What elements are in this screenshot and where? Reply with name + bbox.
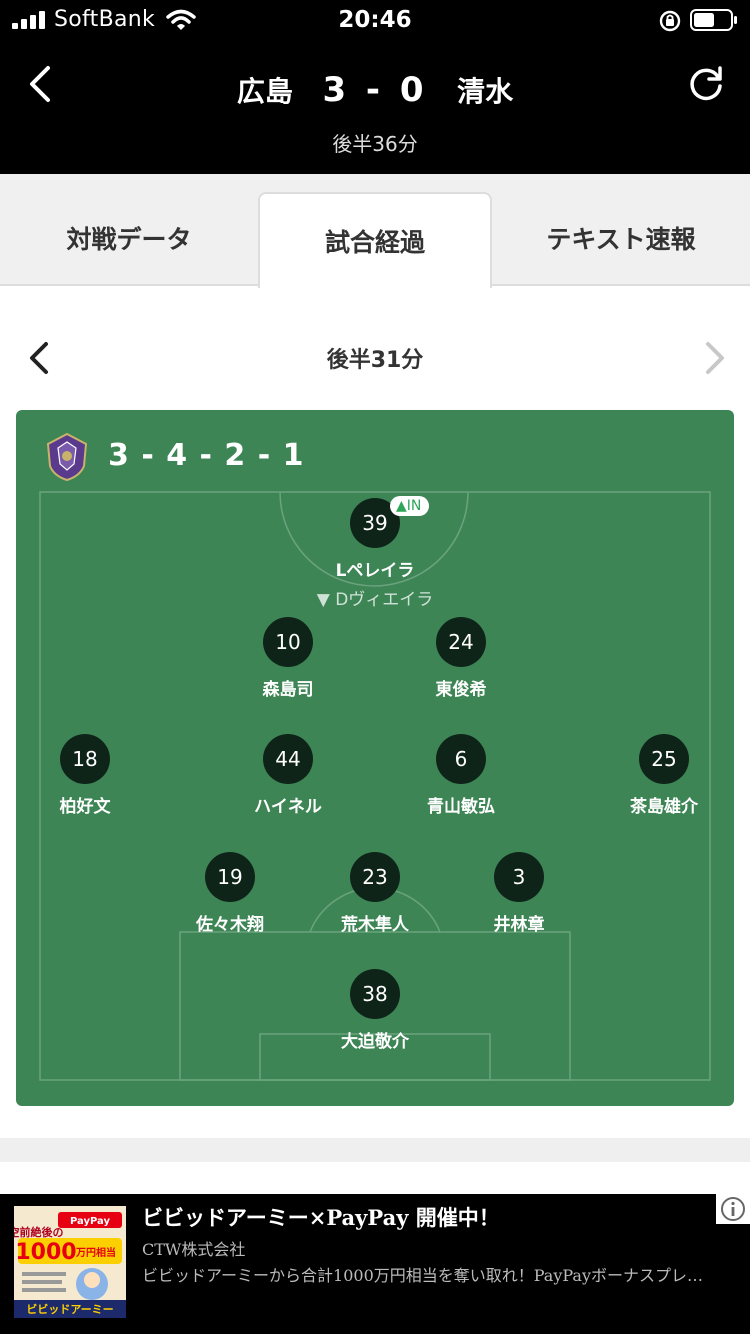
tab-text-live[interactable]: テキスト速報: [492, 174, 750, 286]
player-number: 23: [350, 852, 400, 902]
player-card[interactable]: 39 ▲IN Lペレイラ ▼ Dヴィエイラ: [310, 496, 440, 610]
player-card[interactable]: 19 佐々木翔: [165, 852, 295, 935]
top-bar: SoftBank 20:46 広島 3 - 0 清水 後半36分: [0, 0, 750, 174]
player-card[interactable]: 10 森島司: [223, 617, 353, 700]
player-name: 佐々木翔: [196, 915, 264, 935]
down-triangle-icon: ▼: [316, 590, 336, 610]
player-name: 東俊希: [435, 680, 487, 700]
player-card[interactable]: 18 柏好文: [20, 734, 150, 817]
player-card[interactable]: 3 井林章: [454, 852, 584, 935]
status-clock: 20:46: [338, 7, 412, 33]
team-crest-icon: [46, 432, 88, 482]
tab-match-progress[interactable]: 試合経過: [258, 192, 492, 288]
player-card[interactable]: 24 東俊希: [396, 617, 526, 700]
player-name: 荒木隼人: [341, 915, 409, 935]
player-card[interactable]: 25 茶島雄介: [599, 734, 729, 817]
score-value: 3 - 0: [322, 70, 428, 110]
sub-in-label: IN: [406, 498, 422, 514]
player-name: Lペレイラ: [335, 561, 415, 581]
up-triangle-icon: ▲: [396, 498, 407, 514]
sub-in-badge: ▲IN: [390, 496, 430, 516]
player-number: 10: [263, 617, 313, 667]
player-name: 森島司: [262, 680, 314, 700]
player-name: 茶島雄介: [630, 797, 698, 817]
ad-title[interactable]: ビビッドアーミー×PayPay 開催中！: [142, 1202, 500, 1232]
player-card[interactable]: 23 荒木隼人: [310, 852, 440, 935]
ad-image-headline: 空前絶後の: [14, 1225, 64, 1239]
player-card[interactable]: 6 青山敏弘: [396, 734, 526, 817]
player-card[interactable]: 44 ハイネル: [223, 734, 353, 817]
battery-icon: [690, 9, 737, 31]
player-number: 24: [436, 617, 486, 667]
status-bar: SoftBank 20:46: [0, 0, 750, 42]
next-period-chevron-icon[interactable]: [694, 336, 734, 380]
player-name: 大迫敬介: [341, 1032, 409, 1052]
refresh-icon[interactable]: [684, 64, 728, 108]
section-divider: [0, 1138, 750, 1162]
ad-image-art: PayPay 空前絶後の 1000 万円相当 ビビッドアーミー: [14, 1206, 126, 1318]
match-time: 後半36分: [332, 132, 418, 156]
player-number: 18: [60, 734, 110, 784]
player-card[interactable]: 38 大迫敬介: [310, 969, 440, 1052]
player-name: 青山敏弘: [427, 797, 495, 817]
player-number: 44: [263, 734, 313, 784]
home-team-name: 広島: [236, 75, 293, 108]
player-name: 柏好文: [59, 797, 111, 817]
player-number: 38: [350, 969, 400, 1019]
player-name: 井林章: [493, 915, 545, 935]
ad-image-logo: ビビッドアーミー: [26, 1302, 113, 1316]
player-number: 6: [436, 734, 486, 784]
rotation-lock-icon: [659, 10, 681, 32]
tab-bar: 対戦データ 試合経過 テキスト速報: [0, 174, 750, 288]
player-number: 25: [639, 734, 689, 784]
player-number: 19: [205, 852, 255, 902]
ad-banner[interactable]: PayPay 空前絶後の 1000 万円相当 ビビッドアーミー ビビッドアーミー…: [0, 1194, 750, 1334]
replaced-player: ▼ Dヴィエイラ: [310, 585, 440, 610]
player-name: ハイネル: [254, 797, 322, 817]
ad-description: ビビッドアーミーから合計1000万円相当を奪い取れ！PayPayボーナスプレ…: [142, 1266, 704, 1285]
ad-image-unit: 万円相当: [75, 1246, 116, 1259]
tab-matchup-data[interactable]: 対戦データ: [0, 174, 258, 286]
match-score: 広島 3 - 0 清水: [0, 70, 750, 110]
period-label: 後半31分: [326, 348, 424, 373]
ad-image-amount: 1000: [15, 1240, 76, 1265]
ad-advertiser: CTW株式会社: [142, 1240, 246, 1259]
ad-info-icon[interactable]: [716, 1194, 750, 1224]
player-number: 3: [494, 852, 544, 902]
lineup-pitch: 3 - 4 - 2 - 1 39 ▲IN Lペレイラ ▼ Dヴィエイラ 10 森…: [16, 410, 734, 1106]
ad-image[interactable]: PayPay 空前絶後の 1000 万円相当 ビビッドアーミー: [14, 1206, 126, 1318]
away-team-name: 清水: [457, 75, 514, 108]
replaced-player-name: Dヴィエイラ: [335, 590, 434, 610]
ad-image-brand: PayPay: [70, 1216, 111, 1227]
formation-label: 3 - 4 - 2 - 1: [108, 438, 305, 473]
